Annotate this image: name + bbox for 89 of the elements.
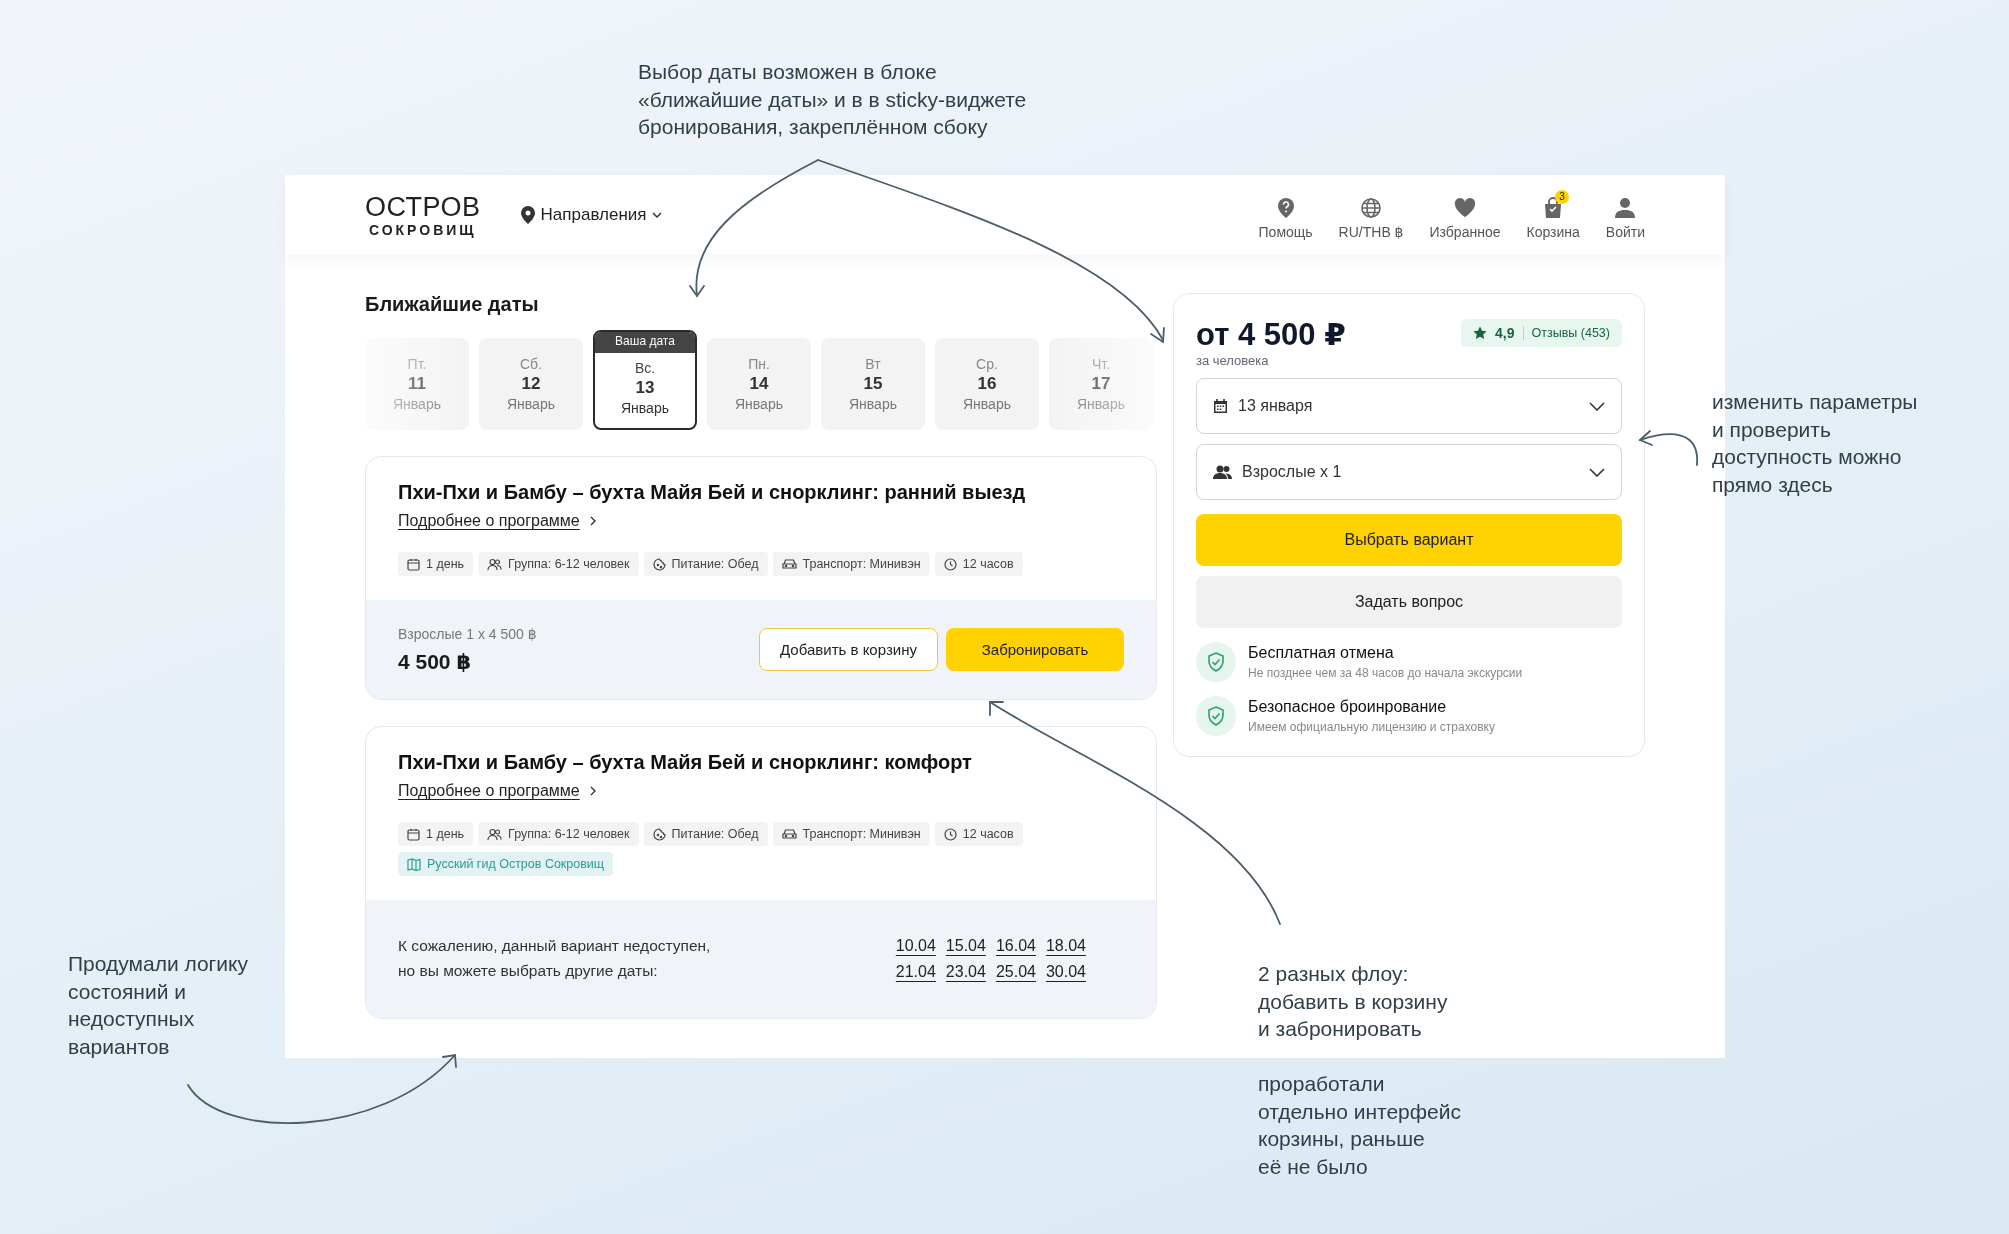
feature-tag: Питание: Обед xyxy=(643,552,768,576)
date-link[interactable]: 18.04 xyxy=(1045,937,1086,955)
price-note: за человека xyxy=(1196,353,1270,368)
guarantee-title: Безопасное броинрование xyxy=(1248,698,1448,716)
feature-tag: Питание: Обед xyxy=(643,822,768,846)
chevron-right-icon xyxy=(589,516,596,526)
header-action[interactable]: RU/THB ฿ xyxy=(1338,190,1404,240)
people-icon xyxy=(487,557,503,571)
date-link[interactable]: 25.04 xyxy=(995,963,1036,981)
unavailable-message: К сожалению, данный вариант недоступен, но вы можете выбрать другие даты: xyxy=(398,936,711,981)
map-icon xyxy=(407,857,421,871)
globe-icon xyxy=(1360,197,1383,219)
star-icon xyxy=(1473,326,1488,340)
logo-text: СОКРОВИЩ xyxy=(368,222,477,237)
rating-badge: 4,9 Отзывы (453) xyxy=(1461,319,1622,347)
date-link[interactable]: 21.04 xyxy=(895,963,936,981)
cookie-icon xyxy=(652,827,666,841)
guests-select[interactable]: Взрослые x 1 xyxy=(1196,444,1622,500)
price-from: от 4 500 ₽ xyxy=(1196,316,1346,353)
people-icon xyxy=(1213,465,1232,479)
annotation-text: изменить параметры и проверить доступность можно прямо здесь xyxy=(1712,389,1918,499)
car-icon xyxy=(781,558,797,570)
feature-tag: 12 часов xyxy=(934,822,1023,846)
program-details-link[interactable]: Подробнее о программе xyxy=(398,512,596,530)
ask-question-button[interactable]: Задать вопрос xyxy=(1196,576,1622,628)
feature-tag: 12 часов xyxy=(934,552,1023,576)
choose-option-button[interactable]: Выбрать вариант xyxy=(1196,514,1622,566)
chevron-down-icon xyxy=(652,212,663,218)
heart-icon xyxy=(1454,198,1476,218)
date-link[interactable]: 16.04 xyxy=(995,937,1036,955)
annotation-text: 2 разных флоу: добавить в корзину и забронировать xyxy=(1258,961,1448,1043)
tour-title: Пхи-Пхи и Бамбу – бухта Майя Бей и снорклинг: ранний выезд xyxy=(398,481,1027,504)
feature-tag: 1 день xyxy=(398,552,474,576)
date-card[interactable]: Вт 15 Январь xyxy=(821,338,925,430)
guarantee-text: Не позднее чем за 48 часов до начала экскурсии xyxy=(1248,666,1523,680)
help-icon xyxy=(1275,197,1296,219)
feature-tag: 1 день xyxy=(398,822,474,846)
feature-tag: Транспорт: Минивэн xyxy=(772,552,930,576)
curved-arrow xyxy=(1638,430,1698,466)
annotation-text: Продумали логику состояний и недоступных вариантов xyxy=(68,951,248,1061)
total-price: 4 500 ฿ xyxy=(398,649,472,674)
section-title: Ближайшие даты xyxy=(365,293,540,316)
your-date-label: Ваша дата xyxy=(595,332,695,353)
date-card[interactable]: Пн. 14 Январь xyxy=(707,338,811,430)
add-to-cart-button[interactable]: Добавить в корзину xyxy=(759,628,938,671)
calendar-icon xyxy=(407,557,420,571)
date-link[interactable]: 23.04 xyxy=(945,963,986,981)
header-action[interactable]: Избранное xyxy=(1429,190,1501,240)
feature-tag: Группа: 6-12 человек xyxy=(478,552,639,576)
calendar-icon xyxy=(407,827,420,841)
date-select[interactable]: 13 января xyxy=(1196,378,1622,434)
feature-tag: Русский гид Остров Сокровищ xyxy=(398,852,614,876)
date-card[interactable]: Ср. 16 Январь xyxy=(935,338,1039,430)
shield-check-icon xyxy=(1196,642,1236,682)
header-action[interactable]: 3 Корзина xyxy=(1526,190,1580,240)
book-button[interactable]: Забронировать xyxy=(946,628,1124,671)
date-link[interactable]: 10.04 xyxy=(895,937,936,955)
date-card[interactable]: Пт. 11 Январь xyxy=(365,338,469,430)
annotation-text: Выбор даты возможен в блоке «ближайшие даты» и в в sticky-виджете бронирования, закреплённом сбоку xyxy=(638,59,1027,141)
date-card[interactable]: Чт. 17 Январь xyxy=(1049,338,1153,430)
guarantee-text: Имеем официальную лицензию и страховку xyxy=(1248,720,1495,734)
tour-title: Пхи-Пхи и Бамбу – бухта Майя Бей и снорклинг: комфорт xyxy=(398,751,973,774)
clock-icon xyxy=(943,827,957,841)
date-card[interactable]: Ваша дата Вс. 13 Январь xyxy=(593,330,697,430)
user-icon xyxy=(1615,197,1636,219)
annotation-text: проработали отдельно интерфейс корзины, раньше её не было xyxy=(1258,1071,1461,1181)
shield-check-icon xyxy=(1196,696,1236,736)
location-pin-icon xyxy=(520,206,535,224)
feature-tag: Транспорт: Минивэн xyxy=(772,822,930,846)
date-card[interactable]: Сб. 12 Январь xyxy=(479,338,583,430)
guarantee-title: Бесплатная отмена xyxy=(1248,644,1395,662)
chevron-right-icon xyxy=(589,786,596,796)
car-icon xyxy=(781,828,797,840)
destinations-menu[interactable]: Направления xyxy=(520,205,663,225)
clock-icon xyxy=(943,557,957,571)
date-link[interactable]: 30.04 xyxy=(1045,963,1086,981)
program-details-link[interactable]: Подробнее о программе xyxy=(398,782,596,800)
count-badge: 3 xyxy=(1555,190,1570,204)
chevron-down-icon xyxy=(1589,401,1605,411)
header-action[interactable]: Помощь xyxy=(1258,190,1313,240)
calendar-icon xyxy=(1213,398,1228,414)
price-breakdown: Взрослые 1 x 4 500 ฿ xyxy=(398,625,537,642)
feature-tag: Группа: 6-12 человек xyxy=(478,822,639,846)
cookie-icon xyxy=(652,557,666,571)
date-link[interactable]: 15.04 xyxy=(945,937,986,955)
logo-text: ОСТРОВ xyxy=(365,193,481,221)
people-icon xyxy=(487,827,503,841)
header-action[interactable]: Войти xyxy=(1605,190,1645,240)
chevron-down-icon xyxy=(1589,467,1605,477)
